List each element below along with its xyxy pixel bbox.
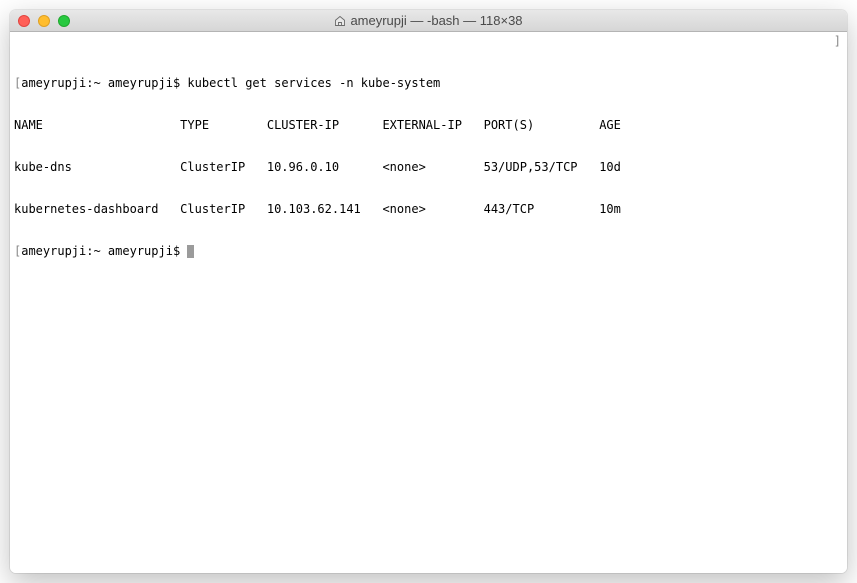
prompt-bracket-close: ] <box>834 34 841 48</box>
window-title-area: ameyrupji — -bash — 118×38 <box>10 13 847 28</box>
command-text: kubectl get services -n kube-system <box>187 76 440 90</box>
table-row: kubernetes-dashboard ClusterIP 10.103.62… <box>14 202 843 216</box>
maximize-button[interactable] <box>58 15 70 27</box>
terminal-window: ameyrupji — -bash — 118×38 ] [ameyrupji:… <box>10 10 847 573</box>
output-header-line: NAME TYPE CLUSTER-IP EXTERNAL-IP PORT(S)… <box>14 118 843 132</box>
minimize-button[interactable] <box>38 15 50 27</box>
table-row: kube-dns ClusterIP 10.96.0.10 <none> 53/… <box>14 160 843 174</box>
titlebar[interactable]: ameyrupji — -bash — 118×38 <box>10 10 847 32</box>
window-title: ameyrupji — -bash — 118×38 <box>350 13 522 28</box>
cursor <box>187 245 194 258</box>
terminal-body[interactable]: ] [ameyrupji:~ ameyrupji$ kubectl get se… <box>10 32 847 573</box>
home-icon <box>334 15 346 27</box>
prompt-text: ameyrupji:~ ameyrupji$ <box>21 244 187 258</box>
prompt-text: ameyrupji:~ ameyrupji$ <box>21 76 187 90</box>
command-line-1: [ameyrupji:~ ameyrupji$ kubectl get serv… <box>14 76 843 90</box>
command-line-2: [ameyrupji:~ ameyrupji$ <box>14 244 843 258</box>
close-button[interactable] <box>18 15 30 27</box>
traffic-lights <box>10 15 70 27</box>
